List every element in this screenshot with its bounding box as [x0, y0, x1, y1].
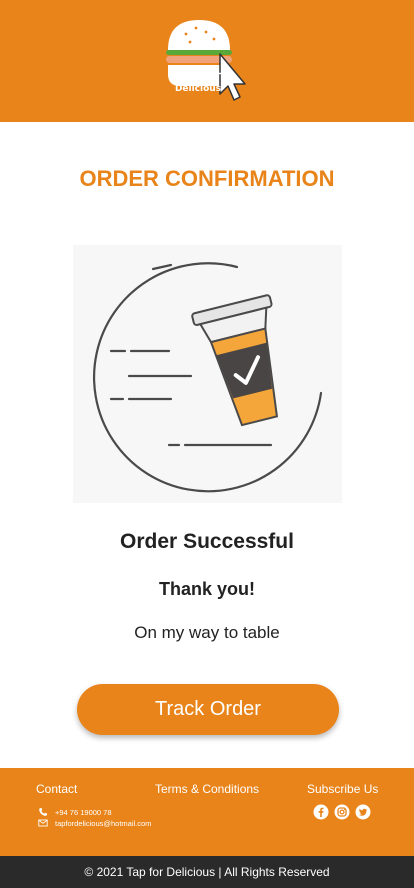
email-icon [38, 818, 48, 828]
footer-contact-heading: Contact [36, 782, 78, 796]
contact-phone[interactable]: +94 76 19000 78 [55, 808, 112, 817]
contact-email[interactable]: tapfordelicious@hotmail.com [55, 819, 151, 828]
contact-email-row: tapfordelicious@hotmail.com [38, 818, 151, 828]
social-links [313, 804, 371, 820]
copyright-bar: © 2021 Tap for Delicious | All Rights Re… [0, 856, 414, 888]
terms-link[interactable]: Terms & Conditions [155, 782, 259, 796]
facebook-icon[interactable] [313, 804, 329, 820]
coffee-cup-check-icon [93, 262, 323, 493]
instagram-icon[interactable] [334, 804, 350, 820]
logo-text-line2: Delicious [174, 84, 222, 94]
copyright-text: © 2021 Tap for Delicious | All Rights Re… [84, 865, 330, 879]
subscribe-heading: Subscribe Us [307, 782, 379, 796]
page-title: ORDER CONFIRMATION [79, 166, 335, 191]
contact-phone-row: +94 76 19000 78 [38, 807, 112, 817]
coffee-cup-illustration [73, 245, 342, 503]
footer: Contact Terms & Conditions Subscribe Us … [0, 768, 414, 856]
order-success-heading: Order Successful [120, 530, 294, 553]
thank-you-text: Thank you! [158, 579, 255, 599]
logo-text-line1: Tap [189, 72, 207, 82]
order-status-text: On my way to table [134, 623, 280, 642]
header: Tap Delicious [0, 0, 414, 122]
phone-icon [38, 807, 48, 817]
twitter-icon[interactable] [355, 804, 371, 820]
logo[interactable]: Tap Delicious [160, 12, 252, 104]
track-order-button[interactable]: Track Order [77, 684, 339, 735]
